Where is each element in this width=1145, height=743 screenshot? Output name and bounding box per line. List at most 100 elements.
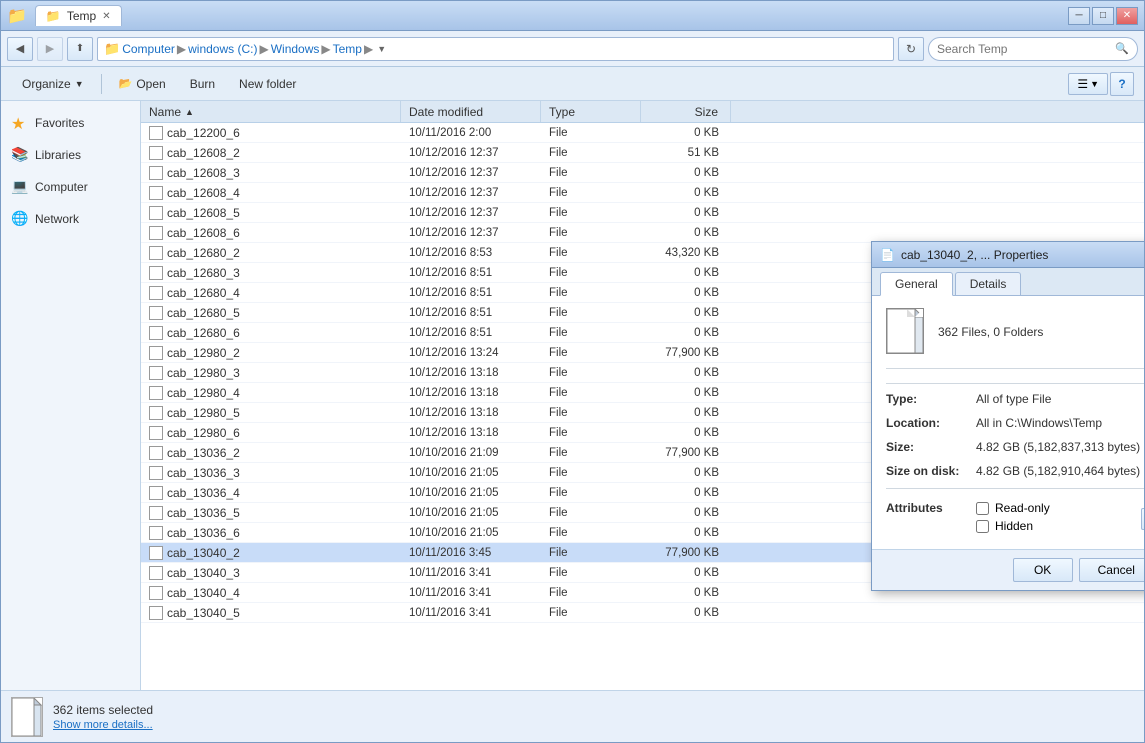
table-row[interactable]: cab_13040_5 10/11/2016 3:41 File 0 KB <box>141 603 1144 623</box>
divider-2 <box>886 488 1144 489</box>
new-folder-button[interactable]: New folder <box>228 72 307 96</box>
file-type-cell: File <box>541 127 641 139</box>
table-row[interactable]: cab_12608_2 10/12/2016 12:37 File 51 KB <box>141 143 1144 163</box>
sidebar-item-libraries[interactable]: 📚 Libraries <box>1 141 140 169</box>
file-name-cell: cab_12680_5 <box>141 306 401 320</box>
window: 📁 📁 Temp ✕ ─ □ ✕ ◀ ▶ ⬆ 📁 Computer ▶ wind… <box>0 0 1145 743</box>
file-icon-large <box>886 308 924 354</box>
file-type-cell: File <box>541 307 641 319</box>
breadcrumb-dropdown[interactable]: ▼ <box>377 44 386 54</box>
file-date-cell: 10/12/2016 8:51 <box>401 327 541 339</box>
minimize-button[interactable]: ─ <box>1068 7 1090 25</box>
dialog-title-icon: 📄 <box>880 248 895 262</box>
column-header-date[interactable]: Date modified <box>401 101 541 122</box>
file-date-cell: 10/12/2016 12:37 <box>401 167 541 179</box>
file-icon <box>149 226 163 240</box>
file-date-cell: 10/12/2016 12:37 <box>401 187 541 199</box>
file-type-cell: File <box>541 227 641 239</box>
file-date-cell: 10/12/2016 8:51 <box>401 307 541 319</box>
file-type-cell: File <box>541 567 641 579</box>
file-icon <box>149 286 163 300</box>
file-date-cell: 10/12/2016 8:53 <box>401 247 541 259</box>
file-size-cell: 0 KB <box>641 567 731 579</box>
status-text: 362 items selected Show more details... <box>53 703 153 731</box>
breadcrumb-computer[interactable]: Computer <box>122 42 175 56</box>
cancel-button[interactable]: Cancel <box>1079 558 1144 582</box>
table-row[interactable]: cab_12200_6 10/11/2016 2:00 File 0 KB <box>141 123 1144 143</box>
file-name: cab_12680_4 <box>167 286 240 300</box>
help-button[interactable]: ? <box>1110 72 1134 96</box>
maximize-button[interactable]: □ <box>1092 7 1114 25</box>
file-name: cab_13040_3 <box>167 566 240 580</box>
open-button[interactable]: 📂 Open <box>108 72 177 96</box>
file-size-cell: 0 KB <box>641 407 731 419</box>
breadcrumb-sep-3: ▶ <box>321 42 330 56</box>
file-name: cab_13036_2 <box>167 446 240 460</box>
sidebar-item-computer[interactable]: 💻 Computer <box>1 173 140 201</box>
file-date-cell: 10/11/2016 3:41 <box>401 567 541 579</box>
organize-button[interactable]: Organize ▼ <box>11 72 95 96</box>
close-button[interactable]: ✕ <box>1116 7 1138 25</box>
show-more-link[interactable]: Show more details... <box>53 719 153 731</box>
search-input[interactable] <box>937 42 1111 56</box>
file-date-cell: 10/10/2016 21:09 <box>401 447 541 459</box>
sidebar-item-network[interactable]: 🌐 Network <box>1 205 140 233</box>
ok-button[interactable]: OK <box>1013 558 1073 582</box>
file-date-cell: 10/12/2016 13:18 <box>401 427 541 439</box>
file-date-cell: 10/11/2016 3:45 <box>401 547 541 559</box>
file-name: cab_12608_6 <box>167 226 240 240</box>
view-toggle-button[interactable]: ☰ ▼ <box>1068 73 1108 95</box>
favorites-label: Favorites <box>35 116 84 130</box>
prop-row-location: Location: All in C:\Windows\Temp <box>886 416 1144 430</box>
column-header-name[interactable]: Name ▲ <box>141 101 401 122</box>
file-type-cell: File <box>541 327 641 339</box>
file-size-cell: 0 KB <box>641 367 731 379</box>
advanced-button[interactable]: Advanced... <box>1141 508 1144 530</box>
breadcrumb-windows[interactable]: Windows <box>271 42 320 56</box>
file-icon <box>149 306 163 320</box>
column-header-size[interactable]: Size <box>641 101 731 122</box>
folder-icon: 📁 <box>7 6 27 26</box>
file-date-cell: 10/11/2016 3:41 <box>401 607 541 619</box>
sidebar: ★ Favorites 📚 Libraries 💻 Computer 🌐 <box>1 101 141 690</box>
table-row[interactable]: cab_12608_4 10/12/2016 12:37 File 0 KB <box>141 183 1144 203</box>
main-content: ★ Favorites 📚 Libraries 💻 Computer 🌐 <box>1 101 1144 690</box>
forward-button[interactable]: ▶ <box>37 37 63 61</box>
file-size-cell: 0 KB <box>641 287 731 299</box>
readonly-checkbox[interactable] <box>976 502 989 515</box>
view-arrow: ▼ <box>1090 79 1099 89</box>
sidebar-item-favorites[interactable]: ★ Favorites <box>1 109 140 137</box>
breadcrumb-temp[interactable]: Temp <box>333 42 362 56</box>
file-icon <box>149 606 163 620</box>
file-size-cell: 77,900 KB <box>641 547 731 559</box>
refresh-button[interactable]: ↻ <box>898 37 924 61</box>
table-row[interactable]: cab_12608_6 10/12/2016 12:37 File 0 KB <box>141 223 1144 243</box>
title-bar: 📁 📁 Temp ✕ ─ □ ✕ <box>1 1 1144 31</box>
status-bar: 362 items selected Show more details... <box>1 690 1144 742</box>
up-button[interactable]: ⬆ <box>67 37 93 61</box>
breadcrumb-drive[interactable]: windows (C:) <box>188 42 257 56</box>
attributes-section: Attributes Read-only <box>886 501 1144 537</box>
hidden-checkbox[interactable] <box>976 520 989 533</box>
column-header-type[interactable]: Type <box>541 101 641 122</box>
tab-close-button[interactable]: ✕ <box>102 11 110 22</box>
search-box: 🔍 <box>928 37 1138 61</box>
table-row[interactable]: cab_12608_5 10/12/2016 12:37 File 0 KB <box>141 203 1144 223</box>
table-row[interactable]: cab_12608_3 10/12/2016 12:37 File 0 KB <box>141 163 1144 183</box>
libraries-label: Libraries <box>35 148 81 162</box>
file-icon <box>149 526 163 540</box>
file-name-cell: cab_12980_4 <box>141 386 401 400</box>
file-size-cell: 0 KB <box>641 507 731 519</box>
libraries-icon: 📚 <box>11 146 29 164</box>
tab-general[interactable]: General <box>880 272 953 296</box>
file-name: cab_13036_3 <box>167 466 240 480</box>
file-icon <box>149 366 163 380</box>
file-name-cell: cab_13040_2 <box>141 546 401 560</box>
file-type-cell: File <box>541 247 641 259</box>
file-date-cell: 10/12/2016 13:24 <box>401 347 541 359</box>
back-button[interactable]: ◀ <box>7 37 33 61</box>
type-value: All of type File <box>976 392 1051 406</box>
burn-button[interactable]: Burn <box>179 72 226 96</box>
type-label: Type: <box>886 392 976 406</box>
tab-details[interactable]: Details <box>955 272 1022 295</box>
